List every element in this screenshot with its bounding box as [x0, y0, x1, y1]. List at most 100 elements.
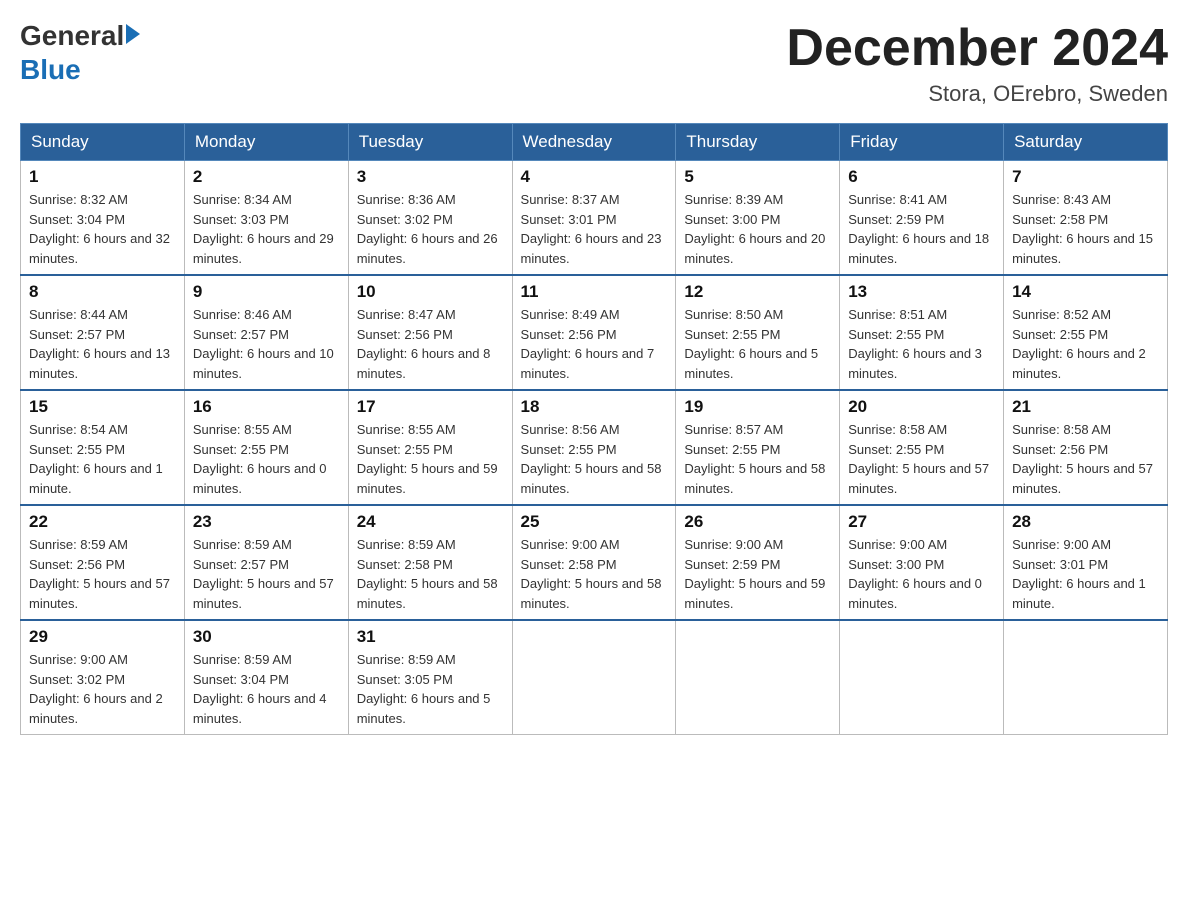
- day-info: Sunrise: 9:00 AMSunset: 2:58 PMDaylight:…: [521, 535, 668, 613]
- calendar-cell: 27 Sunrise: 9:00 AMSunset: 3:00 PMDayligh…: [840, 505, 1004, 620]
- day-number: 14: [1012, 282, 1159, 302]
- calendar-cell: 16 Sunrise: 8:55 AMSunset: 2:55 PMDayligh…: [184, 390, 348, 505]
- day-number: 30: [193, 627, 340, 647]
- day-number: 26: [684, 512, 831, 532]
- day-number: 8: [29, 282, 176, 302]
- day-number: 28: [1012, 512, 1159, 532]
- title-area: December 2024 Stora, OErebro, Sweden: [786, 20, 1168, 107]
- day-number: 2: [193, 167, 340, 187]
- calendar-cell: 24 Sunrise: 8:59 AMSunset: 2:58 PMDayligh…: [348, 505, 512, 620]
- day-info: Sunrise: 9:00 AMSunset: 3:02 PMDaylight:…: [29, 650, 176, 728]
- calendar-subtitle: Stora, OErebro, Sweden: [786, 81, 1168, 107]
- day-info: Sunrise: 8:41 AMSunset: 2:59 PMDaylight:…: [848, 190, 995, 268]
- logo: General Blue: [20, 20, 140, 86]
- calendar-cell: 17 Sunrise: 8:55 AMSunset: 2:55 PMDayligh…: [348, 390, 512, 505]
- day-number: 16: [193, 397, 340, 417]
- calendar-title: December 2024: [786, 20, 1168, 77]
- day-info: Sunrise: 8:54 AMSunset: 2:55 PMDaylight:…: [29, 420, 176, 498]
- calendar-cell: 5 Sunrise: 8:39 AMSunset: 3:00 PMDaylight…: [676, 161, 840, 276]
- day-number: 22: [29, 512, 176, 532]
- day-number: 4: [521, 167, 668, 187]
- day-number: 13: [848, 282, 995, 302]
- calendar-cell: [1004, 620, 1168, 735]
- day-info: Sunrise: 8:59 AMSunset: 2:56 PMDaylight:…: [29, 535, 176, 613]
- calendar-cell: 19Sunrise: 8:57 AMSunset: 2:55 PMDayligh…: [676, 390, 840, 505]
- day-info: Sunrise: 8:55 AMSunset: 2:55 PMDaylight:…: [193, 420, 340, 498]
- day-number: 1: [29, 167, 176, 187]
- day-info: Sunrise: 8:59 AMSunset: 3:05 PMDaylight:…: [357, 650, 504, 728]
- day-number: 15: [29, 397, 176, 417]
- day-info: Sunrise: 8:59 AMSunset: 2:57 PMDaylight:…: [193, 535, 340, 613]
- weekday-header-tuesday: Tuesday: [348, 124, 512, 161]
- day-number: 9: [193, 282, 340, 302]
- calendar-cell: 25 Sunrise: 9:00 AMSunset: 2:58 PMDayligh…: [512, 505, 676, 620]
- calendar-cell: 18 Sunrise: 8:56 AMSunset: 2:55 PMDayligh…: [512, 390, 676, 505]
- day-info: Sunrise: 8:59 AMSunset: 2:58 PMDaylight:…: [357, 535, 504, 613]
- day-info: Sunrise: 8:56 AMSunset: 2:55 PMDaylight:…: [521, 420, 668, 498]
- day-info: Sunrise: 9:00 AMSunset: 3:00 PMDaylight:…: [848, 535, 995, 613]
- day-info: Sunrise: 8:50 AMSunset: 2:55 PMDaylight:…: [684, 305, 831, 383]
- day-number: 24: [357, 512, 504, 532]
- calendar-cell: 23 Sunrise: 8:59 AMSunset: 2:57 PMDayligh…: [184, 505, 348, 620]
- weekday-header-friday: Friday: [840, 124, 1004, 161]
- calendar-cell: 4Sunrise: 8:37 AMSunset: 3:01 PMDaylight…: [512, 161, 676, 276]
- calendar-cell: [512, 620, 676, 735]
- calendar-cell: 11Sunrise: 8:49 AMSunset: 2:56 PMDayligh…: [512, 275, 676, 390]
- calendar-cell: 28 Sunrise: 9:00 AMSunset: 3:01 PMDayligh…: [1004, 505, 1168, 620]
- calendar-cell: 22 Sunrise: 8:59 AMSunset: 2:56 PMDayligh…: [21, 505, 185, 620]
- day-info: Sunrise: 8:59 AMSunset: 3:04 PMDaylight:…: [193, 650, 340, 728]
- day-number: 10: [357, 282, 504, 302]
- day-info: Sunrise: 8:55 AMSunset: 2:55 PMDaylight:…: [357, 420, 504, 498]
- day-info: Sunrise: 9:00 AMSunset: 2:59 PMDaylight:…: [684, 535, 831, 613]
- day-number: 7: [1012, 167, 1159, 187]
- day-number: 23: [193, 512, 340, 532]
- week-row-1: 1 Sunrise: 8:32 AMSunset: 3:04 PMDaylight…: [21, 161, 1168, 276]
- day-number: 18: [521, 397, 668, 417]
- day-number: 5: [684, 167, 831, 187]
- day-info: Sunrise: 8:46 AMSunset: 2:57 PMDaylight:…: [193, 305, 340, 383]
- calendar-cell: 10Sunrise: 8:47 AMSunset: 2:56 PMDayligh…: [348, 275, 512, 390]
- day-info: Sunrise: 8:51 AMSunset: 2:55 PMDaylight:…: [848, 305, 995, 383]
- calendar-cell: 31Sunrise: 8:59 AMSunset: 3:05 PMDayligh…: [348, 620, 512, 735]
- calendar-cell: [840, 620, 1004, 735]
- logo-general: General: [20, 20, 124, 52]
- calendar-cell: 29Sunrise: 9:00 AMSunset: 3:02 PMDayligh…: [21, 620, 185, 735]
- day-info: Sunrise: 8:44 AMSunset: 2:57 PMDaylight:…: [29, 305, 176, 383]
- weekday-header-thursday: Thursday: [676, 124, 840, 161]
- day-number: 11: [521, 282, 668, 302]
- calendar-cell: 9 Sunrise: 8:46 AMSunset: 2:57 PMDaylight…: [184, 275, 348, 390]
- day-info: Sunrise: 8:57 AMSunset: 2:55 PMDaylight:…: [684, 420, 831, 498]
- day-number: 6: [848, 167, 995, 187]
- weekday-header-monday: Monday: [184, 124, 348, 161]
- calendar-cell: 3Sunrise: 8:36 AMSunset: 3:02 PMDaylight…: [348, 161, 512, 276]
- day-info: Sunrise: 8:34 AMSunset: 3:03 PMDaylight:…: [193, 190, 340, 268]
- day-number: 25: [521, 512, 668, 532]
- calendar-cell: 26 Sunrise: 9:00 AMSunset: 2:59 PMDayligh…: [676, 505, 840, 620]
- weekday-header-row: SundayMondayTuesdayWednesdayThursdayFrid…: [21, 124, 1168, 161]
- weekday-header-saturday: Saturday: [1004, 124, 1168, 161]
- day-number: 17: [357, 397, 504, 417]
- logo-blue-word: Blue: [20, 54, 81, 86]
- calendar-cell: 2 Sunrise: 8:34 AMSunset: 3:03 PMDaylight…: [184, 161, 348, 276]
- calendar-cell: 1 Sunrise: 8:32 AMSunset: 3:04 PMDaylight…: [21, 161, 185, 276]
- calendar-cell: 13 Sunrise: 8:51 AMSunset: 2:55 PMDayligh…: [840, 275, 1004, 390]
- calendar-cell: 12Sunrise: 8:50 AMSunset: 2:55 PMDayligh…: [676, 275, 840, 390]
- calendar-cell: 21Sunrise: 8:58 AMSunset: 2:56 PMDayligh…: [1004, 390, 1168, 505]
- day-info: Sunrise: 8:58 AMSunset: 2:55 PMDaylight:…: [848, 420, 995, 498]
- weekday-header-wednesday: Wednesday: [512, 124, 676, 161]
- day-info: Sunrise: 8:43 AMSunset: 2:58 PMDaylight:…: [1012, 190, 1159, 268]
- day-info: Sunrise: 8:32 AMSunset: 3:04 PMDaylight:…: [29, 190, 176, 268]
- day-number: 27: [848, 512, 995, 532]
- weekday-header-sunday: Sunday: [21, 124, 185, 161]
- day-info: Sunrise: 8:52 AMSunset: 2:55 PMDaylight:…: [1012, 305, 1159, 383]
- calendar-cell: 30 Sunrise: 8:59 AMSunset: 3:04 PMDayligh…: [184, 620, 348, 735]
- week-row-5: 29Sunrise: 9:00 AMSunset: 3:02 PMDayligh…: [21, 620, 1168, 735]
- calendar-cell: [676, 620, 840, 735]
- day-info: Sunrise: 9:00 AMSunset: 3:01 PMDaylight:…: [1012, 535, 1159, 613]
- calendar-table: SundayMondayTuesdayWednesdayThursdayFrid…: [20, 123, 1168, 735]
- week-row-4: 22 Sunrise: 8:59 AMSunset: 2:56 PMDayligh…: [21, 505, 1168, 620]
- day-info: Sunrise: 8:36 AMSunset: 3:02 PMDaylight:…: [357, 190, 504, 268]
- day-info: Sunrise: 8:39 AMSunset: 3:00 PMDaylight:…: [684, 190, 831, 268]
- day-number: 20: [848, 397, 995, 417]
- header: General Blue December 2024 Stora, OErebr…: [20, 20, 1168, 107]
